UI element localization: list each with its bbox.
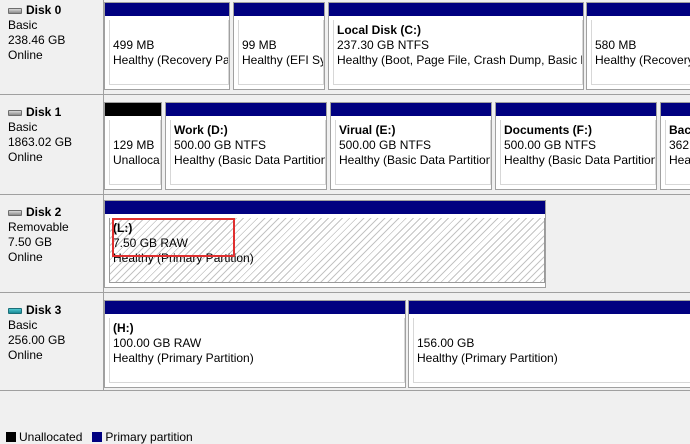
primary-swatch bbox=[92, 432, 103, 442]
disk-1-type: Basic bbox=[8, 120, 38, 134]
hard-disk-icon bbox=[8, 109, 22, 116]
partition-status: Healthy (Basic Data Partition bbox=[339, 153, 491, 167]
partition-label: Documents (F:) bbox=[504, 123, 592, 137]
partition-size: 499 MB bbox=[113, 38, 155, 52]
disk-2-info[interactable]: Disk 2 Removable 7.50 GB Online bbox=[0, 195, 104, 292]
partition-label: Local Disk (C:) bbox=[337, 23, 422, 37]
primary-partition-bar bbox=[105, 301, 405, 314]
partition-label: Work (D:) bbox=[174, 123, 228, 137]
primary-partition-bar bbox=[587, 3, 690, 16]
primary-partition-bar bbox=[496, 103, 656, 116]
primary-partition-bar bbox=[329, 3, 583, 16]
disk-1-name: Disk 1 bbox=[26, 105, 62, 119]
disk-3-type: Basic bbox=[8, 318, 38, 332]
partition-status: Unalloca bbox=[113, 153, 160, 167]
partition-disk1-d[interactable]: Work (D:) 500.00 GB NTFS Healthy (Basic … bbox=[165, 102, 327, 190]
partition-disk0-c[interactable]: Local Disk (C:) 237.30 GB NTFS Healthy (… bbox=[328, 2, 584, 90]
highlight-box bbox=[112, 218, 235, 257]
partition-size: 100.00 GB RAW bbox=[113, 336, 202, 350]
legend-unallocated: Unallocated bbox=[6, 430, 82, 444]
partition-size: 580 MB bbox=[595, 38, 637, 52]
disk-1-info[interactable]: Disk 1 Basic 1863.02 GB Online bbox=[0, 95, 104, 194]
partition-size: 129 MB bbox=[113, 138, 155, 152]
legend-unallocated-label: Unallocated bbox=[19, 430, 83, 444]
partition-status: Healthy (Primary Partition) bbox=[417, 351, 558, 365]
unallocated-swatch bbox=[6, 432, 16, 442]
partition-disk3-second[interactable]: 156.00 GB Healthy (Primary Partition) bbox=[408, 300, 690, 388]
empty-area bbox=[0, 391, 690, 430]
unallocated-bar bbox=[105, 103, 161, 116]
partition-status: Healthy (EFI Sy bbox=[242, 53, 324, 67]
partition-status: Healthy (Recovery Pa bbox=[113, 53, 229, 67]
partition-status: Healthy (Basic Data Partition bbox=[504, 153, 656, 167]
partition-size: 362.8 bbox=[669, 138, 690, 152]
removable-disk-icon bbox=[8, 209, 22, 216]
disk-2-type: Removable bbox=[8, 220, 69, 234]
partition-label: (H:) bbox=[113, 321, 134, 335]
partition-label: Back bbox=[669, 123, 690, 137]
partition-disk1-backup[interactable]: Back 362.8 Heal bbox=[660, 102, 690, 190]
partition-disk0-efi[interactable]: 99 MB Healthy (EFI Sy bbox=[233, 2, 325, 90]
disk-1-size: 1863.02 GB bbox=[8, 135, 73, 149]
partition-disk1-f[interactable]: Documents (F:) 500.00 GB NTFS Healthy (B… bbox=[495, 102, 657, 190]
hard-disk-icon bbox=[8, 7, 22, 14]
primary-partition-bar bbox=[661, 103, 690, 116]
disk-0-status: Online bbox=[8, 48, 43, 62]
disk-0-size: 238.46 GB bbox=[8, 33, 66, 47]
partition-status: Healthy (Primary Partition) bbox=[113, 351, 254, 365]
partition-size: 237.30 GB NTFS bbox=[337, 38, 430, 52]
partition-status: Healthy (Recovery bbox=[595, 53, 690, 67]
primary-partition-bar bbox=[331, 103, 491, 116]
legend-primary: Primary partition bbox=[92, 430, 193, 444]
disk-2-status: Online bbox=[8, 250, 43, 264]
legend-primary-label: Primary partition bbox=[105, 430, 193, 444]
primary-partition-bar bbox=[234, 3, 324, 16]
partition-label: Virual (E:) bbox=[339, 123, 396, 137]
partition-disk1-e[interactable]: Virual (E:) 500.00 GB NTFS Healthy (Basi… bbox=[330, 102, 492, 190]
partition-size: 500.00 GB NTFS bbox=[339, 138, 432, 152]
disk-3-size: 256.00 GB bbox=[8, 333, 66, 347]
partition-disk0-recovery-2[interactable]: 580 MB Healthy (Recovery bbox=[586, 2, 690, 90]
hard-disk-icon bbox=[8, 307, 22, 314]
disk-3-name: Disk 3 bbox=[26, 303, 62, 317]
primary-partition-bar bbox=[105, 201, 545, 214]
primary-partition-bar bbox=[409, 301, 690, 314]
partition-size: 156.00 GB bbox=[417, 336, 475, 350]
disk-0-type: Basic bbox=[8, 18, 38, 32]
primary-partition-bar bbox=[105, 3, 229, 16]
partition-disk0-recovery[interactable]: 499 MB Healthy (Recovery Pa bbox=[104, 2, 230, 90]
disk-3-info[interactable]: Disk 3 Basic 256.00 GB Online bbox=[0, 293, 104, 390]
disk-0-info[interactable]: Disk 0 Basic 238.46 GB Online bbox=[0, 0, 104, 94]
legend: Unallocated Primary partition bbox=[0, 430, 690, 444]
partition-status: Healthy (Boot, Page File, Crash Dump, Ba… bbox=[337, 53, 583, 67]
disk-1-status: Online bbox=[8, 150, 43, 164]
disk-2-name: Disk 2 bbox=[26, 205, 62, 219]
primary-partition-bar bbox=[166, 103, 326, 116]
partition-status: Healthy (Basic Data Partition bbox=[174, 153, 326, 167]
disk-2-size: 7.50 GB bbox=[8, 235, 53, 249]
partition-status: Heal bbox=[669, 153, 690, 167]
partition-disk1-unallocated[interactable]: 129 MB Unalloca bbox=[104, 102, 162, 190]
partition-disk3-h[interactable]: (H:) 100.00 GB RAW Healthy (Primary Part… bbox=[104, 300, 406, 388]
disk-0-name: Disk 0 bbox=[26, 3, 62, 17]
partition-size: 500.00 GB NTFS bbox=[504, 138, 597, 152]
partition-size: 500.00 GB NTFS bbox=[174, 138, 267, 152]
partition-size: 99 MB bbox=[242, 38, 277, 52]
disk-3-status: Online bbox=[8, 348, 43, 362]
